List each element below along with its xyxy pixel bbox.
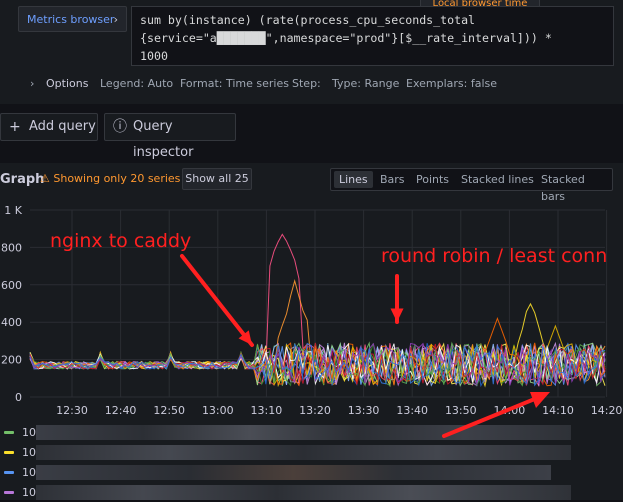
add-query-button[interactable]: + Add query [0,113,98,141]
graph-title: Graph [0,172,45,187]
y-tick-label: 800 [1,241,22,254]
x-tick-label: 13:40 [396,404,428,417]
legend-swatch [4,471,14,474]
chevron-right-icon: › [30,77,35,90]
legend-swatch [4,451,14,454]
y-tick-label: 1 K [4,204,22,217]
promql-query-input[interactable]: sum by(instance) (rate(process_cpu_secon… [131,6,614,66]
x-tick-label: 13:20 [299,404,331,417]
x-tick-label: 12:40 [105,404,137,417]
redacted-series-name [36,485,571,500]
metrics-browser-label: Metrics browser [27,13,115,26]
arrowhead [530,392,550,408]
options-toggle[interactable]: Options [46,70,88,98]
show-all-series-button[interactable]: Show all 25 [182,168,252,190]
legend-item[interactable]: 10 [0,484,623,502]
step-option: Step: [292,77,321,90]
visualization-type-selector[interactable]: Lines Bars Points Stacked lines Stacked … [330,168,613,203]
viz-option-bars[interactable]: Bars [375,171,410,188]
query-line-1: sum by(instance) (rate(process_cpu_secon… [140,13,476,27]
annotation-arrow [180,254,254,347]
y-tick-label: 400 [1,316,22,329]
viz-option-points[interactable]: Points [411,171,454,188]
y-tick-label: 600 [1,279,22,292]
info-circle-icon: ⓘ [113,119,127,135]
format-option: Format: Time series [180,77,289,90]
plus-icon: + [9,119,21,135]
viz-option-stacked-lines[interactable]: Stacked lines [456,171,539,188]
legend-option: Legend: Auto [100,77,174,90]
x-tick-label: 12:30 [56,404,88,417]
y-axis: 1 K 800 600 400 200 0 [1,204,23,404]
y-tick-label: 0 [15,391,22,404]
annotation-arrow [442,394,544,438]
arrowhead [390,308,404,322]
x-tick-label: 14:20 [591,404,623,417]
x-tick-label: 12:50 [153,404,185,417]
legend-swatch [4,491,14,494]
legend-item[interactable]: 10 [0,464,623,482]
query-inspector-button[interactable]: ⓘ Query inspector [104,113,236,160]
legend-swatch [4,431,14,434]
type-option: Type: Range [332,77,400,90]
annotation-arrow-overlay [442,392,550,438]
redacted-series-name [36,465,551,480]
annotation-label: round robin / least conn [381,245,607,267]
query-line-3: 1000 [140,49,168,63]
exemplars-option: Exemplars: false [406,77,498,90]
warning-icon: ⚠ [40,172,50,185]
viz-option-lines[interactable]: Lines [334,171,373,188]
annotation-label: nginx to caddy [50,230,191,252]
metrics-browser-button[interactable]: Metrics browser › [18,6,127,32]
x-tick-label: 13:10 [251,404,283,417]
chevron-right-icon: › [113,13,118,26]
series-limit-warning: ⚠ Showing only 20 series [40,172,181,185]
x-tick-label: 13:30 [348,404,380,417]
x-tick-label: 13:00 [202,404,234,417]
query-line-2: {service="a███████",namespace="prod"}[$_… [140,31,552,45]
y-tick-label: 200 [1,354,22,367]
viz-option-stacked-bars[interactable]: Stacked bars [536,171,612,203]
query-options-row[interactable]: › Options Legend: Auto Format: Time seri… [18,70,618,98]
